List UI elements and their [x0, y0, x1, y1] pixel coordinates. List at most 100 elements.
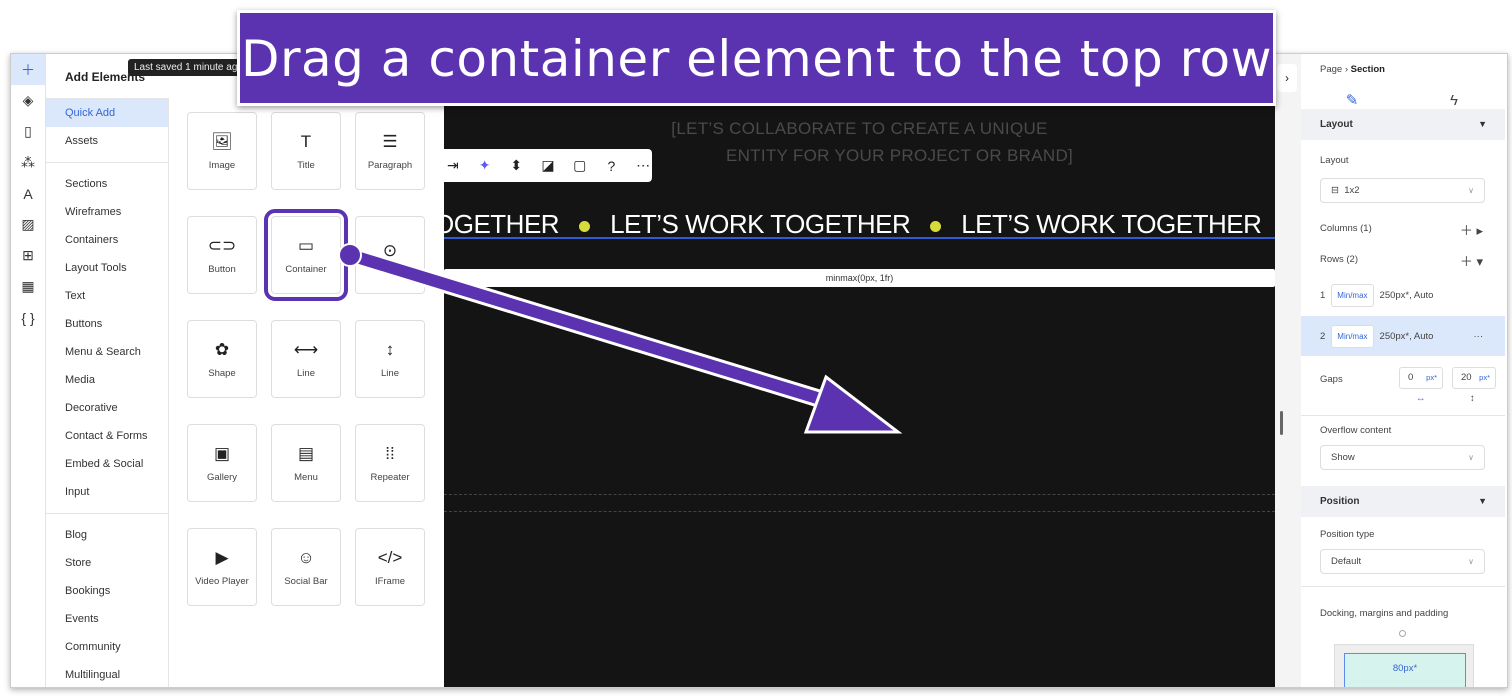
tile-label: IFrame [374, 575, 406, 587]
tile-label: Menu [294, 471, 318, 483]
media-icon[interactable]: ▨ [11, 209, 45, 240]
marquee-dot [579, 220, 591, 232]
row-2[interactable]: 2 Min/max 250px*, Auto ··· [1301, 316, 1505, 356]
section-title: Position [1320, 496, 1360, 507]
help-icon[interactable]: ? [603, 158, 621, 174]
exit-icon[interactable]: ⇥ [444, 157, 462, 174]
category-item[interactable]: Sections [46, 170, 168, 198]
category-assets[interactable]: Assets [46, 127, 168, 155]
element-tile-video-box[interactable]: ⊙ [355, 216, 425, 294]
element-tile-repeater[interactable]: ⁞⁞ Repeater [355, 424, 425, 502]
background-icon[interactable]: ◪ [539, 157, 557, 174]
category-item[interactable]: Containers [46, 226, 168, 254]
element-tile-video-player[interactable]: ▶ Video Player [187, 528, 257, 606]
resize-handle[interactable] [1280, 411, 1283, 435]
element-tile-button[interactable]: ⊂⊃ Button [187, 216, 257, 294]
grid-apps-icon[interactable]: ⊞ [11, 240, 45, 271]
row-size-label[interactable]: minmax(0px, 1fr) [444, 269, 1275, 287]
chevron-right-icon[interactable]: › [1277, 64, 1297, 92]
margin-top-value[interactable]: 80px* [1344, 653, 1466, 687]
element-tile-shape[interactable]: ✿ Shape [187, 320, 257, 398]
category-item[interactable]: Events [46, 605, 168, 633]
gap-value: 20 [1461, 372, 1472, 383]
tile-label: Gallery [206, 471, 238, 483]
element-tile-line[interactable]: ⟷ Line [271, 320, 341, 398]
position-type-select[interactable]: Default ∨ [1320, 549, 1485, 574]
gap-horizontal-input[interactable]: 0 px* [1399, 367, 1443, 389]
element-tile-line[interactable]: ↕ Line [355, 320, 425, 398]
row-mode-button[interactable]: Min/max [1331, 283, 1374, 307]
apps-icon[interactable]: ⁂ [11, 147, 45, 178]
row-mode-button[interactable]: Min/max [1331, 324, 1374, 348]
element-tile-menu[interactable]: ▤ Menu [271, 424, 341, 502]
plus-icon[interactable]: ＋ [11, 54, 45, 85]
more-icon[interactable]: ⋯ [634, 157, 652, 174]
layout-section-header[interactable]: Layout ▼ [1301, 109, 1505, 140]
element-tile-gallery[interactable]: ▣ Gallery [187, 424, 257, 502]
tile-icon: ☺ [297, 547, 315, 567]
table-icon[interactable]: ▦ [11, 271, 45, 302]
category-item[interactable]: Layout Tools [46, 254, 168, 282]
position-type-label: Position type [1320, 529, 1375, 540]
category-item[interactable]: Text [46, 282, 168, 310]
element-tile-iframe[interactable]: </> IFrame [355, 528, 425, 606]
category-item[interactable]: Blog [46, 521, 168, 549]
element-tile-title[interactable]: T Title [271, 112, 341, 190]
category-item[interactable]: Wireframes [46, 198, 168, 226]
code-icon[interactable]: { } [11, 302, 45, 333]
tile-label: Repeater [370, 471, 410, 483]
last-saved-tooltip: Last saved 1 minute ago [128, 59, 249, 76]
page-icon[interactable]: ▯ [11, 116, 45, 147]
element-tile-social-bar[interactable]: ☺ Social Bar [271, 528, 341, 606]
category-item[interactable]: Community [46, 633, 168, 661]
text-theme-icon[interactable]: A [11, 178, 45, 209]
category-item[interactable]: Buttons [46, 310, 168, 338]
caret-down-icon: ▼ [1478, 119, 1487, 129]
element-tile-paragraph[interactable]: ☰ Paragraph [355, 112, 425, 190]
tile-label: Container [285, 263, 327, 275]
add-column-plus-icon[interactable]: ＋ ▸ [1460, 220, 1483, 239]
tile-icon: ⊙ [382, 241, 398, 260]
add-row-plus-icon[interactable]: ＋ ▾ [1460, 251, 1483, 270]
category-item[interactable]: Bookings [46, 577, 168, 605]
ai-sparkle-icon[interactable]: ✦ [476, 157, 494, 174]
row-value: 250px*, Auto [1379, 330, 1434, 342]
docking-label: Docking, margins and padding [1320, 608, 1449, 619]
element-tile-container[interactable]: ▭ Container [264, 209, 348, 301]
category-item[interactable]: Decorative [46, 394, 168, 422]
grid-line [444, 494, 1275, 495]
category-item[interactable]: Media [46, 366, 168, 394]
gap-unit: px* [1479, 373, 1490, 382]
tile-icon: T [300, 131, 312, 151]
overflow-select[interactable]: Show ∨ [1320, 445, 1485, 470]
more-icon[interactable]: ··· [1474, 331, 1484, 342]
category-item[interactable]: Store [46, 549, 168, 577]
tile-icon: ▤ [297, 443, 315, 463]
layout-select[interactable]: ⊟ 1x2 ∨ [1320, 178, 1485, 203]
horizontal-arrows-icon: ↔ [1416, 393, 1426, 404]
canvas[interactable]: [LET’S COLLABORATE TO CREATE A UNIQUE EN… [444, 54, 1275, 687]
tile-icon: 🖼 [211, 131, 233, 151]
animation-icon[interactable]: ⬍ [507, 157, 525, 174]
gap-vertical-input[interactable]: 20 px* [1452, 367, 1496, 389]
row-number: 2 [1320, 330, 1326, 342]
element-tile-image[interactable]: 🖼 Image [187, 112, 257, 190]
breadcrumb-page[interactable]: Page [1320, 64, 1342, 75]
category-item[interactable]: Menu & Search [46, 338, 168, 366]
category-item[interactable]: Contact & Forms [46, 422, 168, 450]
layers-icon[interactable]: ◈ [11, 85, 45, 116]
dock-anchor[interactable] [1399, 630, 1406, 637]
row-1[interactable]: 1 Min/max 250px*, Auto [1301, 275, 1505, 315]
position-section-header[interactable]: Position ▼ [1301, 486, 1505, 517]
breadcrumb: Page › Section [1320, 64, 1385, 75]
category-item[interactable]: Embed & Social [46, 450, 168, 478]
divider [46, 513, 168, 514]
category-item[interactable]: Multilingual [46, 661, 168, 687]
tile-label: Video Player [195, 575, 249, 587]
category-quick-add[interactable]: Quick Add [46, 99, 168, 127]
comment-icon[interactable]: ▢ [571, 157, 589, 174]
vertical-arrows-icon: ↕ [1470, 393, 1475, 404]
chevron-down-icon: ∨ [1468, 186, 1474, 195]
editor-window: ＋ ◈ ▯ ⁂ A ▨ ⊞ ▦ { } Add Elements Last sa… [10, 53, 1508, 688]
category-item[interactable]: Input [46, 478, 168, 506]
